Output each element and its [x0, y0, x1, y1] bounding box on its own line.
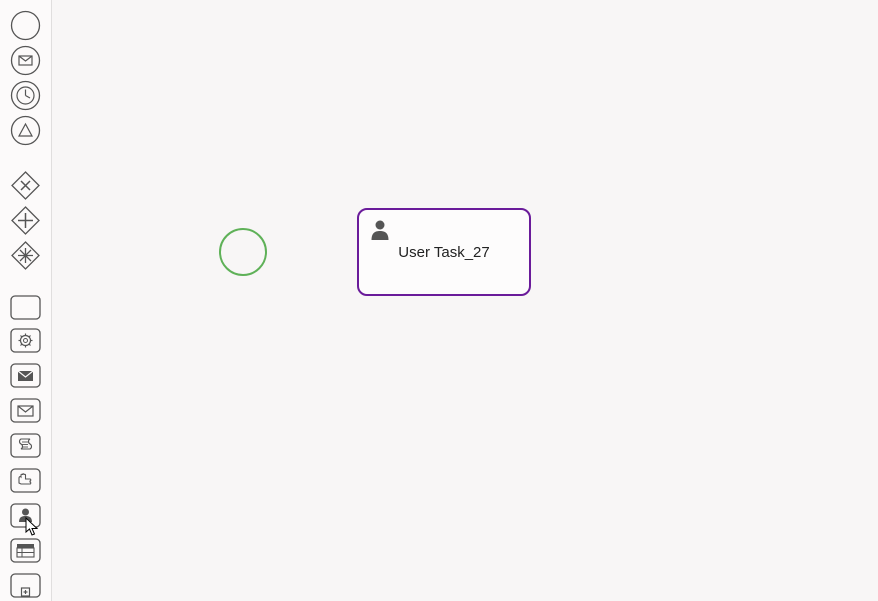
circle-triangle-icon — [10, 115, 41, 146]
palette-task-script[interactable] — [10, 430, 41, 461]
palette-task-manual[interactable] — [10, 465, 41, 496]
palette-task-business-rule[interactable] — [10, 535, 41, 566]
circle-envelope-icon — [10, 45, 41, 76]
user-task-label: User Task_27 — [398, 244, 489, 261]
start-event-node[interactable] — [219, 228, 267, 276]
palette-gateway-exclusive[interactable] — [10, 170, 41, 201]
circle-clock-icon — [10, 80, 41, 111]
rect-subprocess-icon — [10, 570, 41, 601]
palette-start-event-message[interactable] — [10, 45, 41, 76]
palette-start-event-timer[interactable] — [10, 80, 41, 111]
circle-icon — [10, 10, 41, 41]
rect-envelope-fill-icon — [10, 360, 41, 391]
palette-start-event-signal[interactable] — [10, 115, 41, 146]
palette-task-service[interactable] — [10, 325, 41, 356]
palette-task-send[interactable] — [10, 360, 41, 391]
diamond-plus-icon — [10, 205, 41, 236]
rect-user-icon — [10, 500, 41, 531]
rect-envelope-icon — [10, 395, 41, 426]
palette-subprocess[interactable] — [10, 570, 41, 601]
diamond-x-icon — [10, 170, 41, 201]
palette-start-event-none[interactable] — [10, 10, 41, 41]
rect-hand-icon — [10, 465, 41, 496]
palette-gateway-parallel[interactable] — [10, 205, 41, 236]
rect-script-icon — [10, 430, 41, 461]
bpmn-canvas[interactable]: User Task_27 — [52, 0, 878, 601]
palette-task-receive[interactable] — [10, 395, 41, 426]
bpmn-palette — [0, 0, 52, 601]
diamond-star-icon — [10, 240, 41, 271]
palette-task-none[interactable] — [10, 294, 41, 321]
palette-gateway-complex[interactable] — [10, 240, 41, 271]
palette-task-user[interactable] — [10, 500, 41, 531]
user-icon — [369, 218, 391, 240]
rect-icon — [10, 295, 41, 320]
rect-gear-icon — [10, 325, 41, 356]
rect-rows-icon — [10, 535, 41, 566]
user-task-node[interactable]: User Task_27 — [357, 208, 531, 296]
